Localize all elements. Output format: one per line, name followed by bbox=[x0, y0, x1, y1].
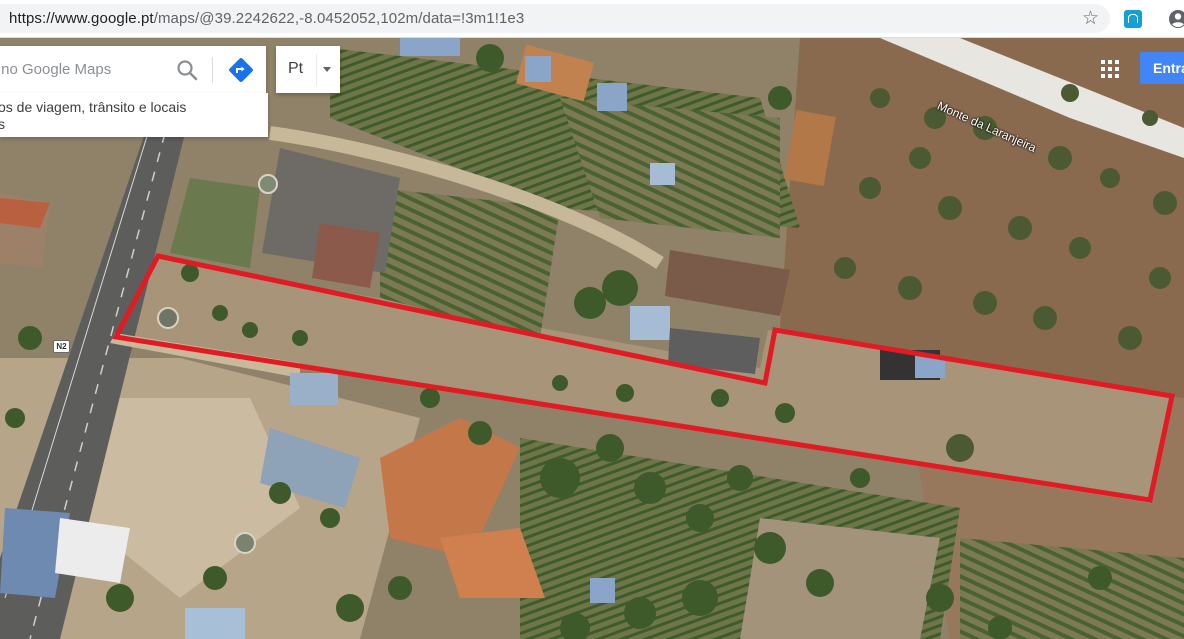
apps-grid-icon[interactable] bbox=[1101, 60, 1119, 78]
account-icon[interactable] bbox=[1168, 9, 1184, 29]
url-text: https://www.google.pt/maps/@39.2242622,-… bbox=[9, 10, 524, 27]
language-label: Pt bbox=[288, 60, 304, 77]
search-box bbox=[0, 46, 266, 93]
search-icon[interactable] bbox=[175, 58, 199, 82]
language-divider bbox=[316, 54, 317, 86]
search-hint-line1: os de viagem, trânsito e locais bbox=[0, 99, 187, 115]
sign-in-button[interactable]: Entra bbox=[1140, 52, 1184, 84]
url-host: https://www.google.pt bbox=[9, 10, 154, 27]
extension-icon[interactable] bbox=[1124, 10, 1142, 28]
chevron-down-icon bbox=[323, 67, 331, 72]
language-selector[interactable]: Pt bbox=[276, 46, 340, 93]
search-hint-line2: s bbox=[0, 116, 5, 132]
search-hint-text: os de viagem, trânsito e locais s bbox=[0, 99, 186, 133]
search-hint-panel[interactable]: os de viagem, trânsito e locais s bbox=[0, 93, 268, 137]
url-field[interactable]: https://www.google.pt/maps/@39.2242622,-… bbox=[0, 4, 1110, 33]
directions-icon[interactable] bbox=[228, 57, 254, 83]
browser-address-bar: https://www.google.pt/maps/@39.2242622,-… bbox=[0, 0, 1184, 38]
star-icon[interactable]: ☆ bbox=[1082, 9, 1099, 28]
url-path: /maps/@39.2242622,-8.0452052,102m/data=!… bbox=[153, 10, 525, 27]
route-shield: N2 bbox=[53, 340, 70, 353]
search-divider bbox=[212, 57, 213, 83]
search-input[interactable] bbox=[0, 46, 168, 93]
